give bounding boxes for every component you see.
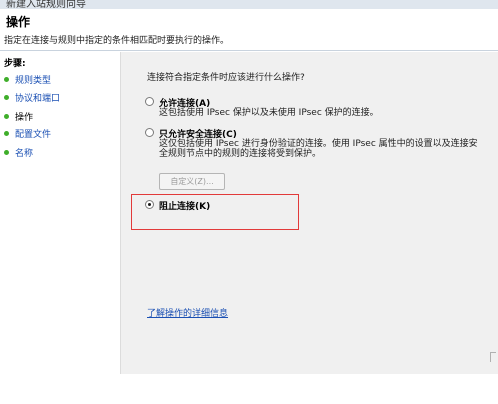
page-header: 操作 指定在连接与规则中指定的条件相匹配时要执行的操作。: [0, 9, 498, 51]
step-label: 规则类型: [15, 75, 52, 86]
step-bullet-icon: [4, 149, 9, 155]
step-protocol-ports[interactable]: 协议和端口: [4, 90, 60, 104]
steps-sidebar: 步骤: 规则类型 协议和端口 操作 配置文件 名称: [0, 52, 120, 404]
allow-secure-connection-radio[interactable]: [145, 128, 154, 137]
resize-grip[interactable]: [490, 352, 496, 362]
option-description: 这包括使用 IPsec 保护以及未使用 IPsec 保护的连接。: [159, 108, 379, 118]
step-label: 协议和端口: [15, 93, 61, 104]
option-description: 这仅包括使用 IPsec 进行身份验证的连接。使用 IPsec 属性中的设置以及…: [159, 139, 478, 159]
allow-connection-radio[interactable]: [145, 97, 154, 106]
main-panel: 连接符合指定条件时应该进行什么操作? 允许连接(A) 这包括使用 IPsec 保…: [120, 52, 498, 374]
page-title: 操作: [6, 15, 31, 29]
step-bullet-icon: [4, 76, 9, 82]
step-bullet-icon: [4, 113, 9, 119]
step-label: 配置文件: [15, 129, 52, 140]
step-bullet-icon: [4, 94, 9, 100]
highlight-annotation-box: [131, 194, 299, 230]
window-title: 新建入站规则向导: [6, 0, 86, 9]
learn-more-link[interactable]: 了解操作的详细信息: [147, 306, 228, 319]
step-name[interactable]: 名称: [4, 145, 33, 159]
step-bullet-icon: [4, 130, 9, 136]
step-label: 操作: [15, 112, 34, 123]
step-label: 名称: [15, 148, 34, 159]
action-question: 连接符合指定条件时应该进行什么操作?: [147, 73, 305, 83]
page-description: 指定在连接与规则中指定的条件相匹配时要执行的操作。: [4, 36, 230, 46]
step-profile[interactable]: 配置文件: [4, 126, 51, 140]
customize-button[interactable]: 自定义(Z)...: [159, 173, 225, 190]
step-rule-type[interactable]: 规则类型: [4, 72, 51, 86]
step-action[interactable]: 操作: [4, 109, 33, 123]
steps-title: 步骤:: [4, 59, 26, 69]
window-titlebar: 新建入站规则向导: [0, 0, 498, 9]
